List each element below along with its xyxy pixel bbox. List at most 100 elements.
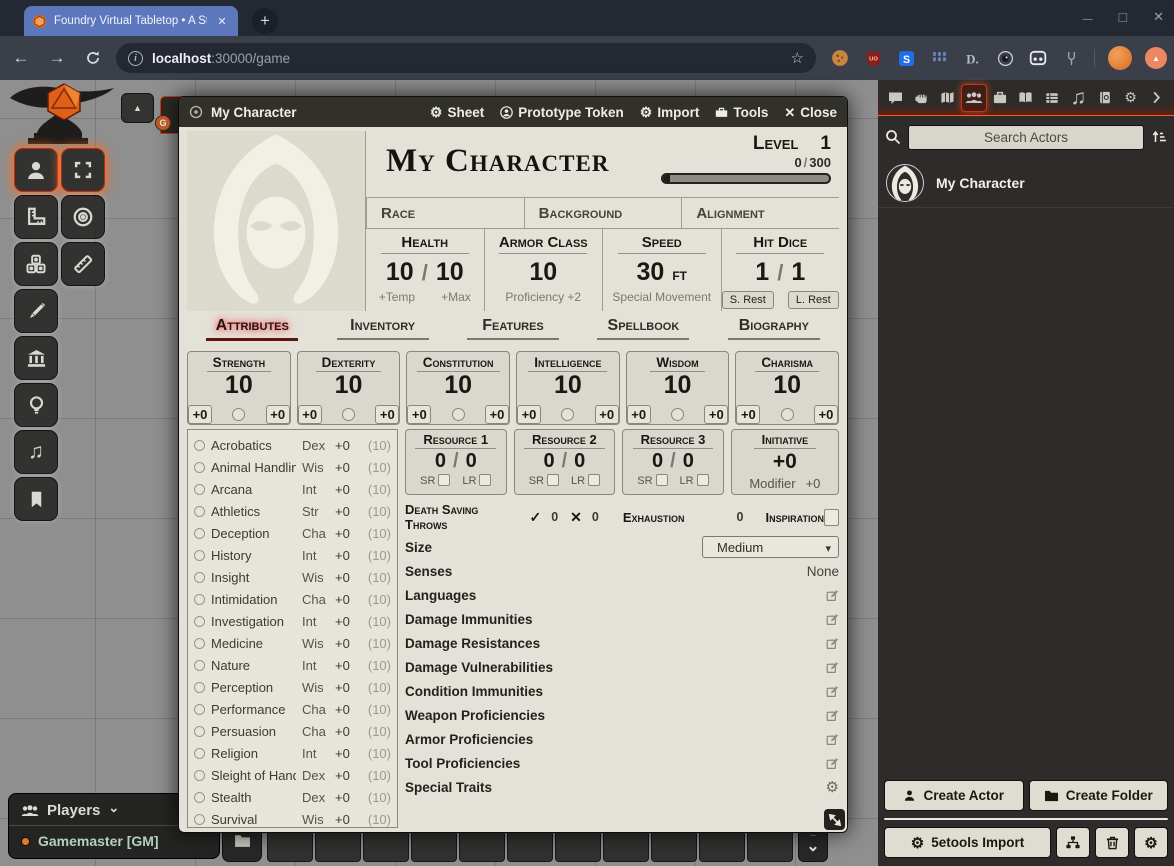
sheet-tab[interactable]: Features <box>448 317 578 347</box>
lr-checkbox[interactable] <box>588 474 600 486</box>
skill-row[interactable]: Survival Wis +0 (10) <box>194 808 391 828</box>
hp-max[interactable]: 10 <box>436 258 464 287</box>
actors-tab[interactable] <box>961 84 987 112</box>
dice-tool[interactable] <box>14 242 58 286</box>
window-resize-handle[interactable] <box>824 809 845 830</box>
skill-row[interactable]: Sleight of Hand Dex +0 (10) <box>194 764 391 786</box>
edit-icon[interactable] <box>826 637 839 650</box>
skill-row[interactable]: Athletics Str +0 (10) <box>194 500 391 522</box>
skill-row[interactable]: Religion Int +0 (10) <box>194 742 391 764</box>
ability-score[interactable]: 10 <box>335 372 363 400</box>
ability-save[interactable]: +0 <box>375 405 399 424</box>
edit-icon[interactable] <box>826 709 839 722</box>
short-rest-button[interactable]: S. Rest <box>722 291 774 309</box>
skill-proficiency-pip[interactable] <box>194 572 205 583</box>
skill-name[interactable]: Acrobatics <box>211 438 296 453</box>
hd-max[interactable]: 1 <box>791 258 805 287</box>
skill-proficiency-pip[interactable] <box>194 748 205 759</box>
skill-proficiency-pip[interactable] <box>194 462 205 473</box>
resource-value[interactable]: 0 <box>652 449 663 473</box>
lr-checkbox[interactable] <box>697 474 709 486</box>
skill-name[interactable]: Sleight of Hand <box>211 768 296 783</box>
ability-modifier[interactable]: +0 <box>188 405 212 424</box>
ability-proficiency-pip[interactable] <box>342 408 355 421</box>
reload-button[interactable] <box>78 43 108 73</box>
resource-label[interactable]: Resource 3 <box>633 432 714 449</box>
create-actor-button[interactable]: Create Actor <box>884 780 1024 811</box>
folder-tree-button[interactable] <box>1056 827 1090 858</box>
skill-row[interactable]: History Int +0 (10) <box>194 544 391 566</box>
target-select-tool[interactable] <box>61 148 105 192</box>
ability-save[interactable]: +0 <box>704 405 728 424</box>
edit-icon[interactable] <box>826 661 839 674</box>
hp-value[interactable]: 10 <box>386 258 414 287</box>
delete-button[interactable] <box>1095 827 1129 858</box>
skill-row[interactable]: Investigation Int +0 (10) <box>194 610 391 632</box>
level-value[interactable]: 1 <box>820 133 831 155</box>
skill-row[interactable]: Deception Cha +0 (10) <box>194 522 391 544</box>
ability-save[interactable]: +0 <box>595 405 619 424</box>
ability-name[interactable]: Strength <box>207 355 272 372</box>
back-button[interactable]: ← <box>6 43 36 73</box>
ability-score[interactable]: 10 <box>773 372 801 400</box>
browser-tab[interactable]: Foundry Virtual Tabletop • A Stan <box>24 6 238 36</box>
skill-proficiency-pip[interactable] <box>194 660 205 671</box>
skill-row[interactable]: Acrobatics Dex +0 (10) <box>194 434 391 456</box>
resource-value[interactable]: 0 <box>435 449 446 473</box>
journal-tab[interactable] <box>1013 84 1039 112</box>
ability-modifier[interactable]: +0 <box>517 405 541 424</box>
playlists-tab[interactable] <box>1065 84 1091 112</box>
skill-name[interactable]: Deception <box>211 526 296 541</box>
ability-save[interactable]: +0 <box>485 405 509 424</box>
skill-name[interactable]: Athletics <box>211 504 296 519</box>
url-bar[interactable]: i localhost:30000/game <box>116 43 816 73</box>
gear-icon[interactable] <box>826 778 839 796</box>
ability-proficiency-pip[interactable] <box>452 408 465 421</box>
skill-name[interactable]: Animal Handling <box>211 460 296 475</box>
skill-name[interactable]: Insight <box>211 570 296 585</box>
sheet-tab[interactable]: Biography <box>709 317 839 347</box>
sheet-config-button[interactable]: Sheet <box>430 105 484 120</box>
robot-extension-icon[interactable] <box>1028 48 1048 68</box>
lighting-bulb-tool[interactable] <box>14 383 58 427</box>
skill-proficiency-pip[interactable] <box>194 638 205 649</box>
detail-field[interactable]: Background <box>524 198 682 228</box>
s-extension-icon[interactable]: S <box>896 48 916 68</box>
notes-bookmark-tool[interactable] <box>14 477 58 521</box>
new-tab-button[interactable]: + <box>252 8 278 34</box>
ability-score[interactable]: 10 <box>225 372 253 400</box>
ability-proficiency-pip[interactable] <box>561 408 574 421</box>
skill-proficiency-pip[interactable] <box>194 616 205 627</box>
ability-name[interactable]: Constitution <box>417 355 500 372</box>
ability-name[interactable]: Wisdom <box>650 355 704 372</box>
sidebar-collapse-icon[interactable] <box>1144 84 1170 112</box>
forward-button[interactable]: → <box>42 43 72 73</box>
ability-proficiency-pip[interactable] <box>671 408 684 421</box>
death-save-success-count[interactable]: 0 <box>551 510 558 524</box>
resource-label[interactable]: Resource 1 <box>415 432 496 449</box>
skill-proficiency-pip[interactable] <box>194 682 205 693</box>
sr-checkbox[interactable] <box>547 474 559 486</box>
ability-name[interactable]: Dexterity <box>316 355 382 372</box>
ability-modifier[interactable]: +0 <box>407 405 431 424</box>
skill-name[interactable]: Arcana <box>211 482 296 497</box>
window-minimize-icon[interactable] <box>1083 10 1093 25</box>
initiative-value[interactable]: +0 <box>773 449 797 474</box>
walls-bank-tool[interactable] <box>14 336 58 380</box>
import-button[interactable]: Import <box>640 105 700 120</box>
profile-avatar[interactable] <box>1108 46 1132 70</box>
g-module-badge[interactable]: G <box>155 115 171 131</box>
skill-row[interactable]: Stealth Dex +0 (10) <box>194 786 391 808</box>
sheet-tab[interactable]: Spellbook <box>578 317 708 347</box>
skill-name[interactable]: Performance <box>211 702 296 717</box>
edit-icon[interactable] <box>826 589 839 602</box>
size-select[interactable]: Medium <box>702 536 839 558</box>
skill-row[interactable]: Perception Wis +0 (10) <box>194 676 391 698</box>
compendium-tab[interactable] <box>1092 84 1118 112</box>
sort-icon[interactable] <box>1151 129 1167 145</box>
sr-checkbox[interactable] <box>438 474 450 486</box>
ability-name[interactable]: Intelligence <box>528 355 607 372</box>
xp-text[interactable]: 0/300 <box>661 155 831 170</box>
skill-row[interactable]: Nature Int +0 (10) <box>194 654 391 676</box>
ability-save[interactable]: +0 <box>266 405 290 424</box>
